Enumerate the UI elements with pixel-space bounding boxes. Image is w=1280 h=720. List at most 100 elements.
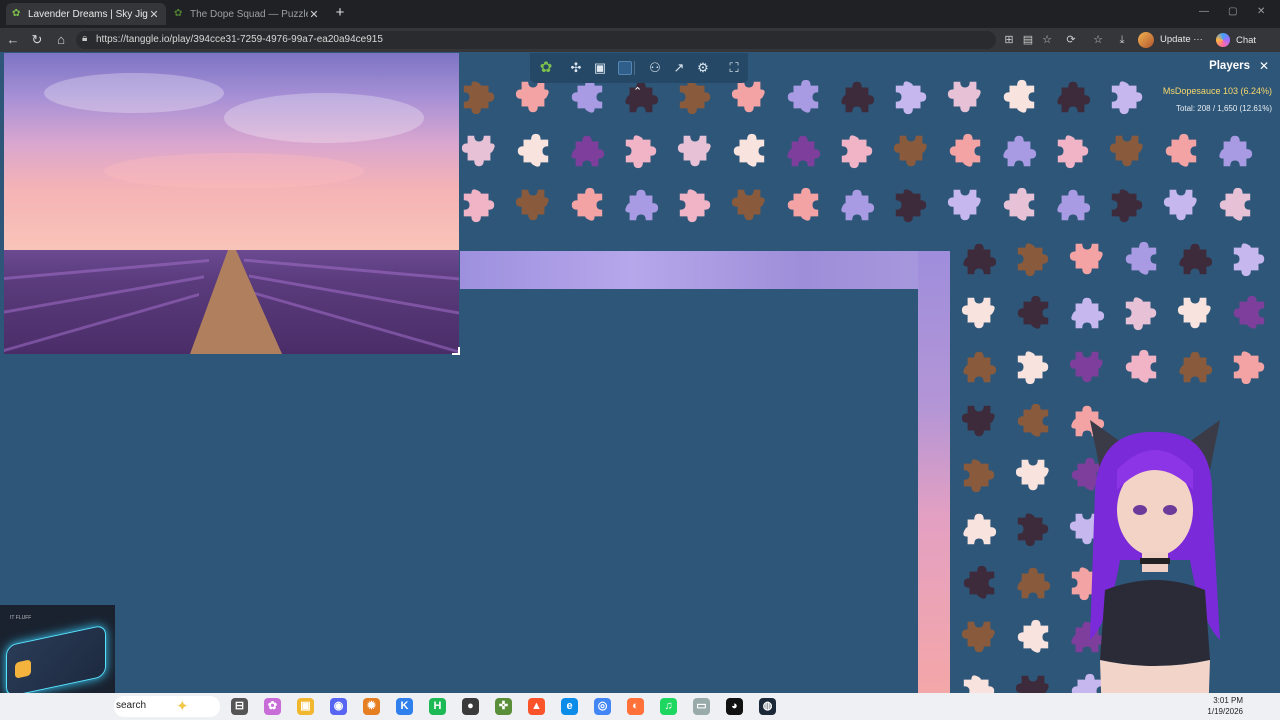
chrome-taskbar-icon[interactable]: ◎ xyxy=(594,698,611,715)
puzzle-piece[interactable] xyxy=(568,132,606,170)
puzzle-piece[interactable] xyxy=(568,78,606,116)
puzzle-piece[interactable] xyxy=(1068,240,1106,278)
reading-mode-icon[interactable]: ▤ xyxy=(1021,33,1035,47)
new-tab-button[interactable]: + xyxy=(332,4,348,22)
puzzle-piece[interactable] xyxy=(1014,618,1052,656)
tab-dope-squad[interactable]: ✿ The Dope Squad — Puzzles ✕ xyxy=(168,3,326,25)
background-color-icon[interactable] xyxy=(618,61,632,75)
puzzle-piece[interactable] xyxy=(784,186,822,224)
refresh-icon[interactable]: ↻ xyxy=(29,32,45,48)
steam-taskbar-icon[interactable]: ◍ xyxy=(759,698,776,715)
puzzle-piece[interactable] xyxy=(960,456,998,494)
puzzle-piece[interactable] xyxy=(1230,240,1268,278)
puzzle-piece[interactable] xyxy=(960,402,998,440)
puzzle-piece[interactable] xyxy=(460,186,498,224)
copilot-taskbar-icon[interactable]: ✿ xyxy=(264,698,281,715)
spotify-taskbar-icon[interactable]: ♫ xyxy=(660,698,677,715)
image-preview-icon[interactable]: ▣ xyxy=(591,59,609,77)
puzzle-piece[interactable] xyxy=(1108,132,1146,170)
puzzle-piece[interactable] xyxy=(1000,132,1038,170)
collapse-toolbar-icon[interactable]: ⌃ xyxy=(633,85,642,98)
assembled-top-border[interactable] xyxy=(460,251,950,289)
system-clock[interactable]: 3:01 PM 1/19/2026 xyxy=(1203,695,1243,717)
close-window-icon[interactable]: ✕ xyxy=(1257,6,1265,17)
tab-lavender-dreams[interactable]: ✿ Lavender Dreams | Sky Jigsaw ✕ xyxy=(6,3,166,25)
puzzle-piece[interactable] xyxy=(1068,294,1106,332)
split-screen-icon[interactable]: ⊞ xyxy=(1002,33,1016,47)
puzzle-piece[interactable] xyxy=(1176,240,1214,278)
puzzle-piece[interactable] xyxy=(960,564,998,602)
puzzle-piece[interactable] xyxy=(514,186,552,224)
puzzle-piece[interactable] xyxy=(1162,186,1200,224)
puzzle-piece[interactable] xyxy=(838,186,876,224)
puzzle-piece[interactable] xyxy=(892,186,930,224)
puzzle-piece[interactable] xyxy=(730,132,768,170)
puzzle-piece[interactable] xyxy=(622,132,660,170)
puzzle-piece[interactable] xyxy=(1054,186,1092,224)
puzzle-piece[interactable] xyxy=(1014,564,1052,602)
puzzle-piece[interactable] xyxy=(1108,186,1146,224)
puzzle-piece[interactable] xyxy=(838,78,876,116)
firefox-taskbar-icon[interactable]: ◐ xyxy=(627,698,644,715)
github-taskbar-icon[interactable]: ◕ xyxy=(726,698,743,715)
app-taskbar-icon[interactable]: ✹ xyxy=(363,698,380,715)
minimize-icon[interactable]: — xyxy=(1199,6,1209,17)
app-taskbar-icon[interactable]: ▭ xyxy=(693,698,710,715)
puzzle-piece[interactable] xyxy=(676,132,714,170)
puzzle-piece[interactable] xyxy=(838,132,876,170)
puzzle-piece[interactable] xyxy=(784,78,822,116)
reference-image-preview[interactable] xyxy=(4,53,459,354)
puzzle-piece[interactable] xyxy=(960,294,998,332)
address-bar[interactable]: 🔒︎ https://tanggle.io/play/394cce31-7259… xyxy=(76,31,996,49)
puzzle-piece[interactable] xyxy=(1122,294,1160,332)
brave-taskbar-icon[interactable]: ▲ xyxy=(528,698,545,715)
puzzle-piece[interactable] xyxy=(960,618,998,656)
star-icon[interactable]: ☆ xyxy=(1040,33,1054,47)
puzzle-piece-icon[interactable]: ✣ xyxy=(567,59,585,77)
favorites-icon[interactable]: ☆ xyxy=(1091,33,1105,47)
profile-avatar[interactable] xyxy=(1138,32,1154,48)
discord-taskbar-icon[interactable]: ◉ xyxy=(330,698,347,715)
lock-icon[interactable]: 🔒︎ xyxy=(82,33,87,44)
puzzle-piece[interactable] xyxy=(460,78,498,116)
puzzle-piece[interactable] xyxy=(1162,132,1200,170)
close-players-icon[interactable]: ✕ xyxy=(1259,59,1269,73)
puzzle-piece[interactable] xyxy=(1014,240,1052,278)
copilot-chat-button[interactable]: Chat xyxy=(1216,32,1256,48)
puzzle-piece[interactable] xyxy=(946,78,984,116)
kodi-taskbar-icon[interactable]: K xyxy=(396,698,413,715)
puzzle-piece[interactable] xyxy=(946,186,984,224)
edge-taskbar-icon[interactable]: e xyxy=(561,698,578,715)
puzzle-piece[interactable] xyxy=(568,186,606,224)
back-icon[interactable]: ← xyxy=(5,32,21,48)
puzzle-piece[interactable] xyxy=(1230,348,1268,386)
puzzle-piece[interactable] xyxy=(1014,348,1052,386)
obs-taskbar-icon[interactable]: ● xyxy=(462,698,479,715)
puzzle-piece[interactable] xyxy=(1054,78,1092,116)
close-tab-icon[interactable]: ✕ xyxy=(148,8,160,21)
tanggle-logo-icon[interactable]: ✿ xyxy=(537,59,555,77)
puzzle-piece[interactable] xyxy=(622,186,660,224)
puzzle-piece[interactable] xyxy=(946,132,984,170)
puzzle-piece[interactable] xyxy=(514,78,552,116)
home-icon[interactable]: ⌂ xyxy=(53,32,69,48)
settings-icon[interactable]: ⚙ xyxy=(694,59,712,77)
puzzle-piece[interactable] xyxy=(1122,240,1160,278)
puzzle-piece[interactable] xyxy=(730,78,768,116)
preview-resize-handle[interactable] xyxy=(452,347,460,355)
close-tab-icon[interactable]: ✕ xyxy=(308,8,320,21)
puzzle-piece[interactable] xyxy=(1014,510,1052,548)
puzzle-piece[interactable] xyxy=(676,186,714,224)
puzzle-piece[interactable] xyxy=(960,672,998,693)
puzzle-piece[interactable] xyxy=(1000,186,1038,224)
hbo-taskbar-icon[interactable]: H xyxy=(429,698,446,715)
puzzle-piece[interactable] xyxy=(730,186,768,224)
puzzle-piece[interactable] xyxy=(1000,78,1038,116)
assembled-right-border[interactable] xyxy=(918,251,950,693)
puzzle-piece[interactable] xyxy=(460,132,498,170)
app-taskbar-icon[interactable]: ✜ xyxy=(495,698,512,715)
puzzle-piece[interactable] xyxy=(1054,132,1092,170)
extensions-icon[interactable]: ⟳ xyxy=(1064,33,1078,47)
puzzle-piece[interactable] xyxy=(676,78,714,116)
puzzle-piece[interactable] xyxy=(1216,186,1254,224)
